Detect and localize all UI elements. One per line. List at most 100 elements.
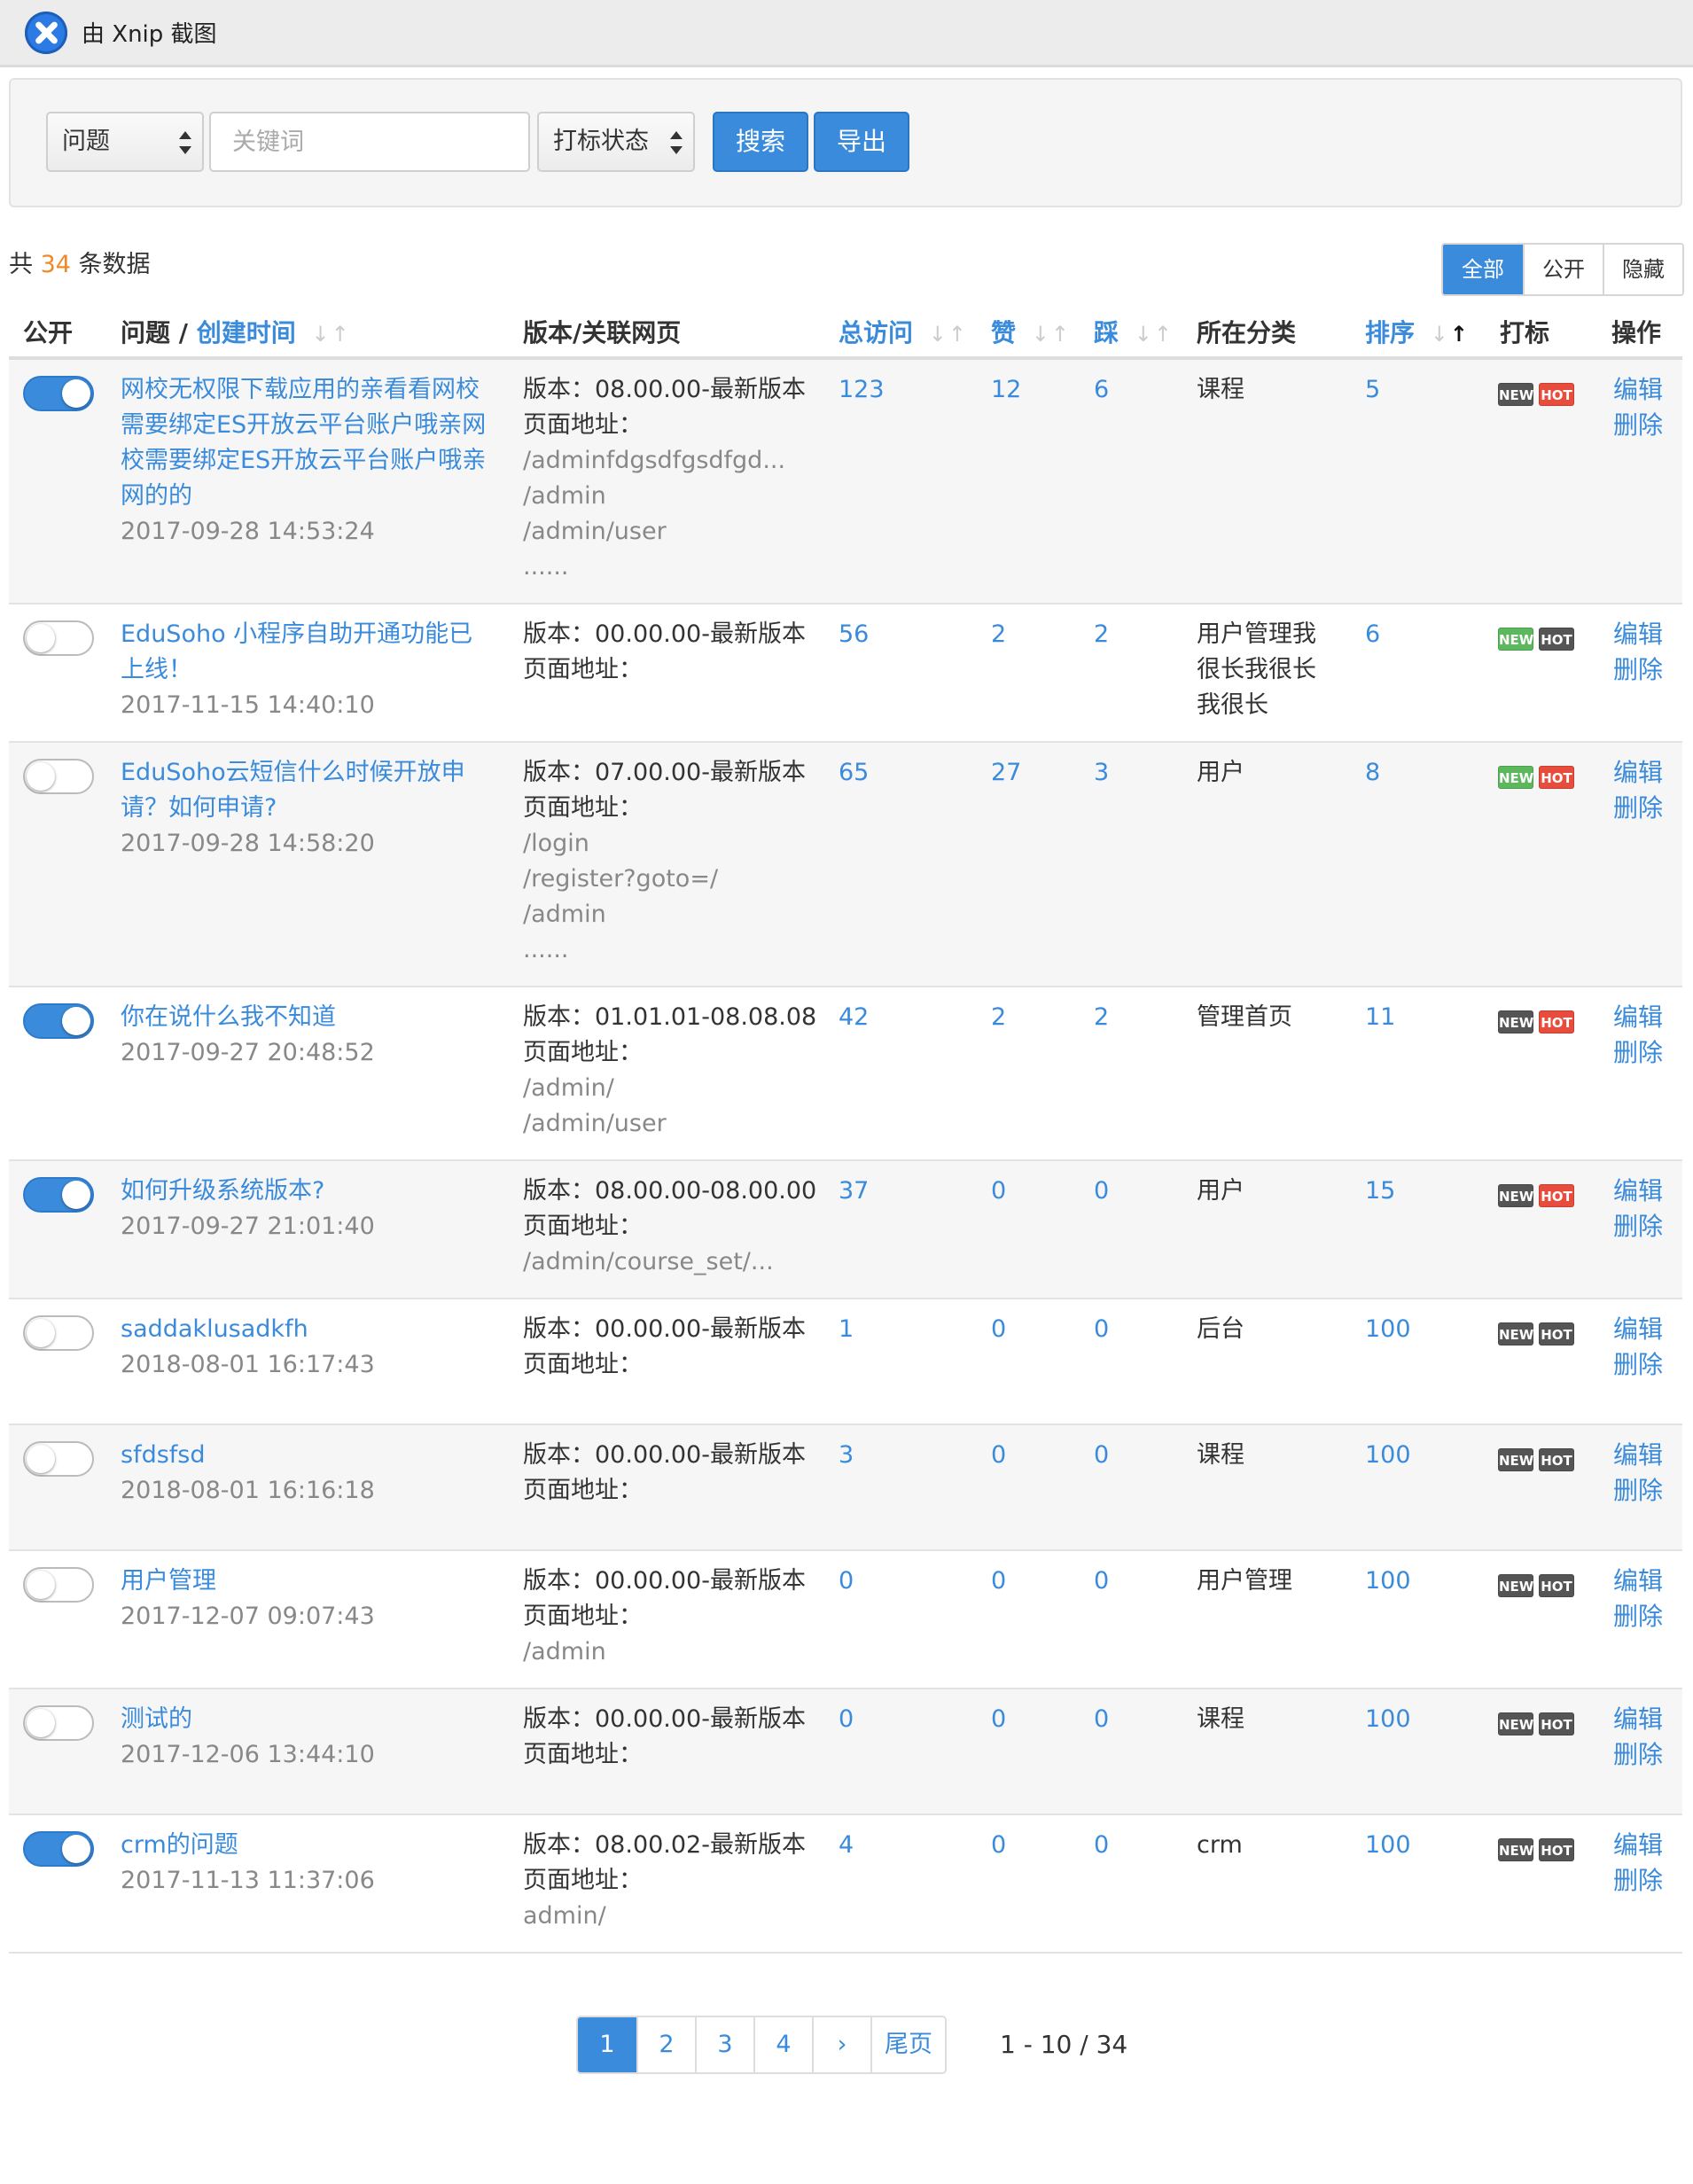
dislikes-count[interactable]: 2 — [1094, 1000, 1109, 1035]
order-value[interactable]: 6 — [1365, 617, 1380, 652]
question-title-link[interactable]: 用户管理 — [121, 1564, 493, 1599]
page-button[interactable]: 2 — [636, 2017, 695, 2072]
order-value[interactable]: 8 — [1365, 755, 1380, 791]
delete-link[interactable]: 删除 — [1613, 1209, 1663, 1244]
sort-created-time[interactable]: 创建时间 — [197, 318, 296, 347]
order-value[interactable]: 100 — [1365, 1312, 1411, 1347]
delete-link[interactable]: 删除 — [1613, 1473, 1663, 1509]
sort-arrows-icon[interactable]: ↓↑ — [929, 322, 968, 347]
question-title-link[interactable]: saddaklusadkfh — [121, 1312, 493, 1347]
edit-link[interactable]: 编辑 — [1613, 372, 1663, 408]
new-badge[interactable]: NEW — [1498, 383, 1533, 406]
likes-count[interactable]: 0 — [991, 1438, 1006, 1473]
edit-link[interactable]: 编辑 — [1613, 1564, 1663, 1599]
tag-status-select[interactable]: 打标状态 — [537, 112, 695, 172]
order-value[interactable]: 11 — [1365, 1000, 1395, 1035]
delete-link[interactable]: 删除 — [1613, 1863, 1663, 1899]
public-toggle[interactable] — [23, 1177, 94, 1213]
question-title-link[interactable]: EduSoho云短信什么时候开放申请？如何申请? — [121, 755, 493, 826]
likes-count[interactable]: 0 — [991, 1312, 1006, 1347]
likes-count[interactable]: 0 — [991, 1828, 1006, 1863]
question-type-select[interactable]: 问题 — [46, 112, 204, 172]
hot-badge[interactable]: HOT — [1539, 628, 1574, 651]
likes-count[interactable]: 12 — [991, 372, 1021, 408]
delete-link[interactable]: 删除 — [1613, 408, 1663, 443]
delete-link[interactable]: 删除 — [1613, 652, 1663, 688]
new-badge[interactable]: NEW — [1498, 1184, 1533, 1207]
sort-arrows-icon[interactable]: ↓↑ — [1431, 322, 1470, 347]
likes-count[interactable]: 0 — [991, 1702, 1006, 1737]
edit-link[interactable]: 编辑 — [1613, 755, 1663, 791]
hot-badge[interactable]: HOT — [1539, 1322, 1574, 1346]
public-toggle[interactable] — [23, 1705, 94, 1741]
visits-count[interactable]: 1 — [839, 1312, 854, 1347]
hot-badge[interactable]: HOT — [1539, 766, 1574, 789]
new-badge[interactable]: NEW — [1498, 1448, 1533, 1471]
hot-badge[interactable]: HOT — [1539, 383, 1574, 406]
search-button[interactable]: 搜索 — [713, 112, 808, 172]
order-value[interactable]: 15 — [1365, 1174, 1395, 1209]
visits-count[interactable]: 42 — [839, 1000, 869, 1035]
order-value[interactable]: 100 — [1365, 1564, 1411, 1599]
public-toggle[interactable] — [23, 1315, 94, 1351]
dislikes-count[interactable]: 0 — [1094, 1312, 1109, 1347]
delete-link[interactable]: 删除 — [1613, 1599, 1663, 1634]
visits-count[interactable]: 4 — [839, 1828, 854, 1863]
edit-link[interactable]: 编辑 — [1613, 617, 1663, 652]
new-badge[interactable]: NEW — [1498, 628, 1533, 651]
question-title-link[interactable]: crm的问题 — [121, 1828, 493, 1863]
filter-all-button[interactable]: 全部 — [1443, 245, 1523, 294]
likes-count[interactable]: 0 — [991, 1564, 1006, 1599]
likes-count[interactable]: 2 — [991, 617, 1006, 652]
public-toggle[interactable] — [23, 1831, 94, 1867]
edit-link[interactable]: 编辑 — [1613, 1702, 1663, 1737]
page-button[interactable]: 4 — [753, 2017, 812, 2072]
public-toggle[interactable] — [23, 1567, 94, 1603]
likes-count[interactable]: 0 — [991, 1174, 1006, 1209]
new-badge[interactable]: NEW — [1498, 1010, 1533, 1034]
public-toggle[interactable] — [23, 1003, 94, 1039]
delete-link[interactable]: 删除 — [1613, 1737, 1663, 1773]
sort-arrows-icon[interactable]: ↓↑ — [1135, 322, 1174, 347]
hot-badge[interactable]: HOT — [1539, 1184, 1574, 1207]
likes-count[interactable]: 2 — [991, 1000, 1006, 1035]
filter-public-button[interactable]: 公开 — [1523, 245, 1603, 294]
visits-count[interactable]: 56 — [839, 617, 869, 652]
sort-arrows-icon[interactable]: ↓↑ — [312, 322, 351, 347]
question-title-link[interactable]: sfdsfsd — [121, 1438, 493, 1473]
new-badge[interactable]: NEW — [1498, 1712, 1533, 1736]
edit-link[interactable]: 编辑 — [1613, 1174, 1663, 1209]
page-button[interactable]: 1 — [578, 2017, 636, 2072]
hot-badge[interactable]: HOT — [1539, 1010, 1574, 1034]
filter-hidden-button[interactable]: 隐藏 — [1603, 245, 1682, 294]
visits-count[interactable]: 123 — [839, 372, 885, 408]
last-page-button[interactable]: 尾页 — [870, 2017, 945, 2072]
edit-link[interactable]: 编辑 — [1613, 1000, 1663, 1035]
order-value[interactable]: 100 — [1365, 1828, 1411, 1863]
question-title-link[interactable]: EduSoho 小程序自助开通功能已上线！ — [121, 617, 493, 688]
keyword-input[interactable] — [209, 112, 530, 172]
sort-arrows-icon[interactable]: ↓↑ — [1032, 322, 1071, 347]
sort-dislikes[interactable]: 踩 — [1094, 318, 1119, 347]
new-badge[interactable]: NEW — [1498, 1322, 1533, 1346]
public-toggle[interactable] — [23, 759, 94, 794]
dislikes-count[interactable]: 0 — [1094, 1702, 1109, 1737]
question-title-link[interactable]: 你在说什么我不知道 — [121, 1000, 493, 1035]
dislikes-count[interactable]: 0 — [1094, 1564, 1109, 1599]
dislikes-count[interactable]: 0 — [1094, 1828, 1109, 1863]
next-page-button[interactable]: › — [812, 2017, 870, 2072]
dislikes-count[interactable]: 0 — [1094, 1174, 1109, 1209]
likes-count[interactable]: 27 — [991, 755, 1021, 791]
visits-count[interactable]: 3 — [839, 1438, 854, 1473]
order-value[interactable]: 100 — [1365, 1438, 1411, 1473]
sort-visits[interactable]: 总访问 — [839, 318, 913, 347]
question-title-link[interactable]: 网校无权限下载应用的亲看看网校需要绑定ES开放云平台账户哦亲网校需要绑定ES开放… — [121, 372, 493, 514]
public-toggle[interactable] — [23, 620, 94, 656]
sort-likes[interactable]: 赞 — [991, 318, 1016, 347]
question-title-link[interactable]: 测试的 — [121, 1702, 493, 1737]
visits-count[interactable]: 0 — [839, 1564, 854, 1599]
dislikes-count[interactable]: 3 — [1094, 755, 1109, 791]
order-value[interactable]: 100 — [1365, 1702, 1411, 1737]
new-badge[interactable]: NEW — [1498, 1574, 1533, 1597]
sort-order[interactable]: 排序 — [1365, 318, 1415, 347]
